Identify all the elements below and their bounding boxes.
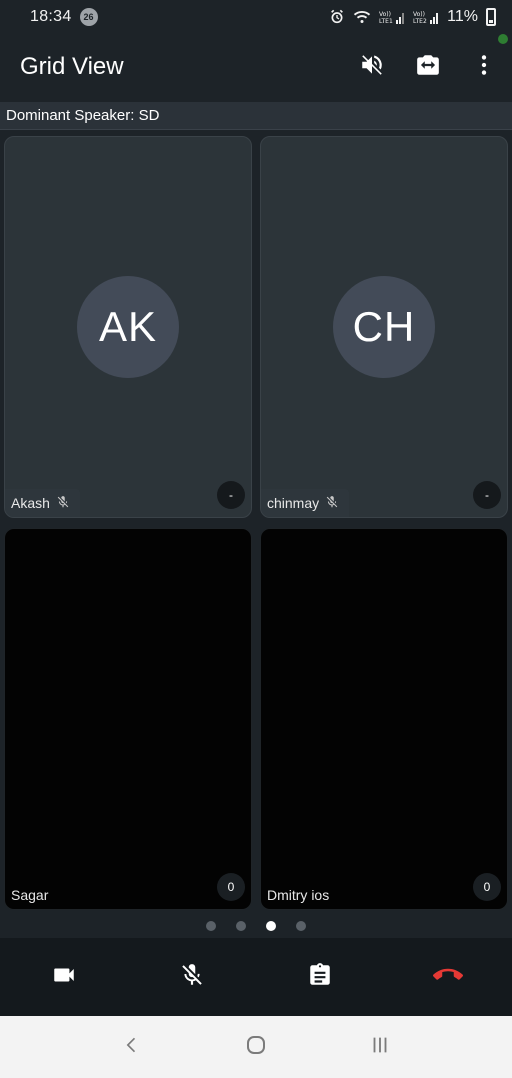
svg-text:Vo)): Vo)) — [413, 11, 425, 18]
participant-name-tag: Sagar — [5, 881, 58, 909]
svg-text:LTE1: LTE1 — [379, 18, 393, 25]
participant-tile[interactable]: CH chinmay - — [260, 136, 508, 518]
clipboard-icon — [307, 962, 333, 993]
page-dot-active[interactable] — [266, 921, 276, 931]
audio-level-badge: - — [217, 481, 245, 509]
signal-sim1-icon: Vo)) LTE1 — [379, 9, 405, 25]
page-dot[interactable] — [296, 921, 306, 931]
back-icon — [122, 1035, 142, 1060]
system-nav-bar — [0, 1016, 512, 1078]
status-indicators: Vo)) LTE1 Vo)) LTE2 11% — [329, 8, 496, 26]
svg-text:LTE2: LTE2 — [413, 18, 427, 25]
home-icon — [244, 1033, 268, 1062]
page-dot[interactable] — [236, 921, 246, 931]
speaker-off-button[interactable] — [344, 39, 400, 95]
more-options-button[interactable] — [456, 39, 512, 95]
participant-name: Akash — [11, 495, 50, 511]
end-call-button[interactable] — [408, 947, 488, 1007]
audio-level-badge: 0 — [473, 873, 501, 901]
signal-sim2-icon: Vo)) LTE2 — [413, 9, 439, 25]
svg-text:Vo)): Vo)) — [379, 11, 391, 18]
audio-level-badge: 0 — [217, 873, 245, 901]
toggle-video-button[interactable] — [24, 947, 104, 1007]
recents-button[interactable] — [350, 1022, 410, 1072]
clipboard-button[interactable] — [280, 947, 360, 1007]
status-time: 18:34 — [30, 8, 72, 25]
end-call-icon — [433, 960, 463, 995]
alarm-icon — [329, 9, 345, 25]
toggle-mic-button[interactable] — [152, 947, 232, 1007]
participant-name: chinmay — [267, 495, 320, 511]
page-indicator — [0, 918, 512, 934]
switch-camera-button[interactable] — [400, 39, 456, 95]
dominant-speaker-banner: Dominant Speaker: SD — [0, 102, 512, 130]
avatar: AK — [77, 276, 179, 378]
participant-grid: AK Akash - CH chinmay - Sagar 0 Dmitry i… — [4, 136, 508, 912]
wifi-icon — [353, 10, 371, 24]
participant-name: Dmitry ios — [267, 887, 330, 903]
avatar: CH — [333, 276, 435, 378]
participant-name-tag: chinmay — [261, 489, 350, 517]
page-dot[interactable] — [206, 921, 216, 931]
participant-tile[interactable]: AK Akash - — [4, 136, 252, 518]
video-camera-icon — [51, 962, 77, 993]
participant-name-tag: Dmitry ios — [261, 881, 339, 909]
participant-tile[interactable]: Sagar 0 — [4, 528, 252, 910]
status-bar: 18:34 26 Vo)) LTE1 Vo)) LTE2 11% — [0, 0, 512, 34]
recents-icon — [369, 1034, 391, 1061]
home-button[interactable] — [226, 1022, 286, 1072]
participant-tile[interactable]: Dmitry ios 0 — [260, 528, 508, 910]
audio-level-badge: - — [473, 481, 501, 509]
battery-icon — [486, 8, 496, 26]
page-title: Grid View — [20, 53, 124, 80]
call-control-bar — [0, 938, 512, 1016]
back-button[interactable] — [102, 1022, 162, 1072]
mic-off-icon — [56, 495, 70, 512]
mic-off-icon — [325, 495, 339, 512]
notification-count-badge: 26 — [79, 8, 98, 26]
more-vert-icon — [471, 52, 497, 83]
mic-off-icon — [179, 962, 205, 993]
app-bar-actions — [344, 39, 512, 95]
participant-name: Sagar — [11, 887, 49, 903]
battery-percent: 11% — [447, 8, 478, 25]
app-bar: Grid View — [0, 34, 512, 100]
switch-camera-icon — [415, 52, 441, 83]
participant-name-tag: Akash — [5, 489, 80, 517]
speaker-off-icon — [359, 52, 385, 83]
